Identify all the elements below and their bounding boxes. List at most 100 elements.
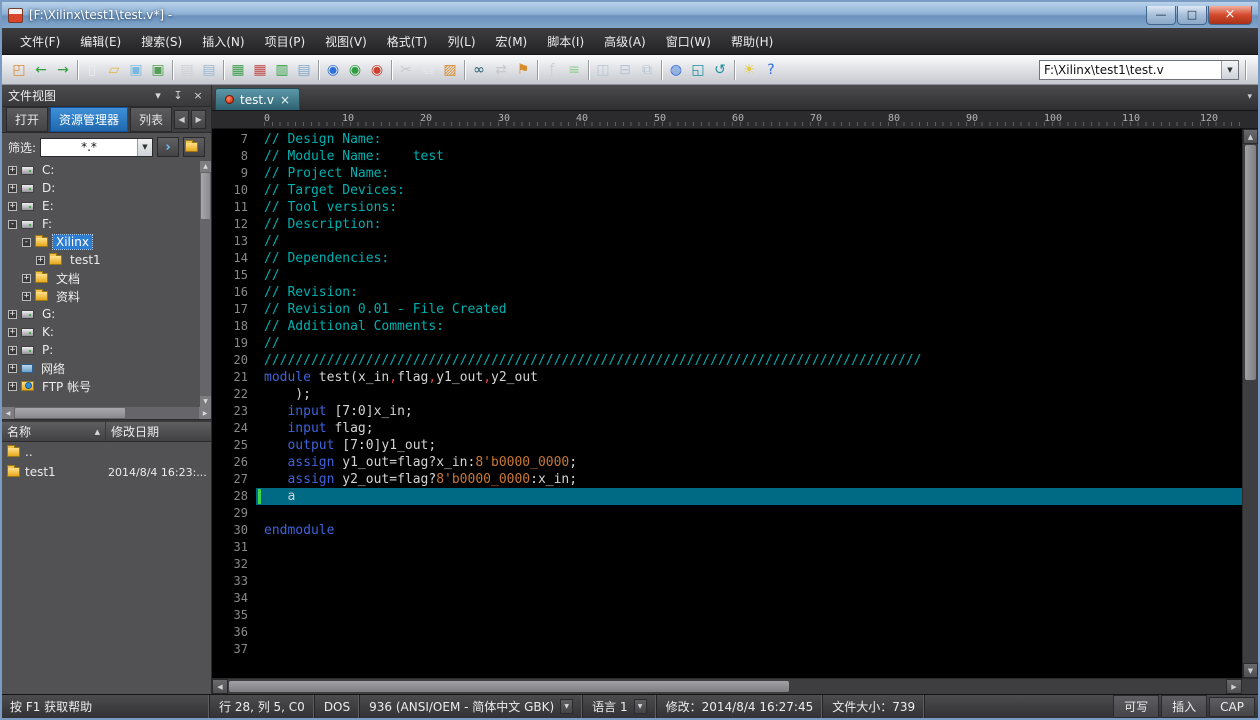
menu-item[interactable]: 搜索(S) xyxy=(131,29,192,54)
globe-red-icon[interactable]: ◉ xyxy=(366,59,388,81)
new-file-icon[interactable]: ▯ xyxy=(81,59,103,81)
columns-icon[interactable]: ▥ xyxy=(271,59,293,81)
forward-icon[interactable]: → xyxy=(52,59,74,81)
scroll-down-icon[interactable]: ▼ xyxy=(1243,663,1258,678)
file-tree[interactable]: +C:+D:+E:-F:-Xilinx+test1+文档+资料+G:+K:+P:… xyxy=(2,161,200,407)
tile-vertical-icon[interactable]: ⊟ xyxy=(614,59,636,81)
tree-item[interactable]: +网络 xyxy=(2,359,200,377)
outline-icon[interactable]: ≡ xyxy=(563,59,585,81)
copy-icon[interactable]: ⧉ xyxy=(417,59,439,81)
browse-folder-button[interactable] xyxy=(183,137,205,157)
column-header-date[interactable]: 修改日期 xyxy=(106,423,211,440)
print-preview-icon[interactable]: ▤ xyxy=(198,59,220,81)
column-header-name[interactable]: 名称 ▲ xyxy=(2,422,106,441)
save-all-icon[interactable]: ▣ xyxy=(147,59,169,81)
tree-toggle-icon[interactable]: + xyxy=(22,274,31,283)
back-icon[interactable]: ← xyxy=(30,59,52,81)
tree-item[interactable]: -Xilinx xyxy=(2,233,200,251)
globe-green-icon[interactable]: ◉ xyxy=(344,59,366,81)
minimize-button[interactable]: — xyxy=(1146,6,1176,25)
menu-item[interactable]: 项目(P) xyxy=(255,29,316,54)
scroll-up-icon[interactable]: ▲ xyxy=(200,161,211,172)
editor-vertical-scrollbar[interactable]: ▲ ▼ xyxy=(1242,129,1258,678)
scroll-left-icon[interactable]: ◀ xyxy=(212,679,228,694)
function-list-icon[interactable]: ƒ xyxy=(541,59,563,81)
scrollbar-thumb[interactable] xyxy=(201,173,210,219)
save-icon[interactable]: ▣ xyxy=(125,59,147,81)
maximize-button[interactable]: □ xyxy=(1177,6,1207,25)
capture-icon[interactable]: ◱ xyxy=(687,59,709,81)
filter-combo[interactable]: *.* ▼ xyxy=(40,138,153,157)
tree-toggle-icon[interactable]: + xyxy=(22,292,31,301)
tree-toggle-icon[interactable]: + xyxy=(36,256,45,265)
table-icon[interactable]: ▦ xyxy=(227,59,249,81)
refresh-icon[interactable]: ↺ xyxy=(709,59,731,81)
tree-vertical-scrollbar[interactable]: ▲ ▼ xyxy=(200,161,211,407)
tree-toggle-icon[interactable]: + xyxy=(8,184,17,193)
status-button-插入[interactable]: 插入 xyxy=(1161,695,1207,718)
menu-item[interactable]: 高级(A) xyxy=(594,29,656,54)
title-bar[interactable]: [F:\Xilinx\test1\test.v*] - — □ × xyxy=(2,2,1258,28)
menu-item[interactable]: 脚本(I) xyxy=(537,29,594,54)
cut-icon[interactable]: ✂ xyxy=(395,59,417,81)
status-button-可写[interactable]: 可写 xyxy=(1113,695,1159,718)
tree-toggle-icon[interactable]: + xyxy=(8,202,17,211)
tree-item[interactable]: +FTP 帐号 xyxy=(2,377,200,395)
tabs-scroll-right-icon[interactable]: ▶ xyxy=(191,110,206,129)
code-area[interactable]: 7// Design Name: 8// Module Name: test 9… xyxy=(212,129,1242,678)
tree-item[interactable]: +G: xyxy=(2,305,200,323)
tree-horizontal-scrollbar[interactable]: ◀ ▶ xyxy=(2,407,211,419)
sidebar-tab-列表[interactable]: 列表 xyxy=(130,107,172,132)
scroll-right-icon[interactable]: ▶ xyxy=(1226,679,1242,694)
tree-item[interactable]: +E: xyxy=(2,197,200,215)
editor-tab-testv[interactable]: test.v × xyxy=(215,88,300,110)
help-icon[interactable]: ? xyxy=(760,59,782,81)
bookmark-icon[interactable]: ⚑ xyxy=(512,59,534,81)
menu-item[interactable]: 文件(F) xyxy=(10,29,70,54)
grid-icon[interactable]: ▦ xyxy=(249,59,271,81)
tree-item[interactable]: -F: xyxy=(2,215,200,233)
tree-toggle-icon[interactable]: + xyxy=(8,346,17,355)
scrollbar-thumb[interactable] xyxy=(1245,145,1256,380)
tree-toggle-icon[interactable]: - xyxy=(8,220,17,229)
list-item[interactable]: .. xyxy=(2,442,211,462)
print-icon[interactable]: ▤ xyxy=(176,59,198,81)
panel-close-icon[interactable]: × xyxy=(191,89,205,102)
file-list[interactable]: ..test12014/8/4 16:23:... xyxy=(2,442,211,694)
globe-blue-icon[interactable]: ◉ xyxy=(322,59,344,81)
combo-dropdown-icon[interactable]: ▼ xyxy=(1221,61,1238,79)
tabs-scroll-left-icon[interactable]: ◀ xyxy=(174,110,189,129)
menu-item[interactable]: 列(L) xyxy=(437,29,485,54)
open-file-icon[interactable]: ◰ xyxy=(8,59,30,81)
scroll-left-icon[interactable]: ◀ xyxy=(2,407,14,419)
tree-toggle-icon[interactable]: + xyxy=(8,364,17,373)
tree-toggle-icon[interactable]: + xyxy=(8,328,17,337)
cascade-icon[interactable]: ⧉ xyxy=(636,59,658,81)
tree-item[interactable]: +test1 xyxy=(2,251,200,269)
tree-item[interactable]: +P: xyxy=(2,341,200,359)
tree-item[interactable]: +K: xyxy=(2,323,200,341)
scrollbar-thumb[interactable] xyxy=(15,408,125,418)
panel-menu-icon[interactable]: ▾ xyxy=(151,89,165,102)
notes-icon[interactable]: ▤ xyxy=(293,59,315,81)
editor-horizontal-scrollbar[interactable]: ◀ ▶ xyxy=(212,678,1258,694)
scroll-right-icon[interactable]: ▶ xyxy=(199,407,211,419)
paste-icon[interactable]: ▨ xyxy=(439,59,461,81)
browser-icon[interactable]: ◍ xyxy=(665,59,687,81)
tree-item[interactable]: +资料 xyxy=(2,287,200,305)
file-path-combo[interactable]: F:\Xilinx\test1\test.v ▼ xyxy=(1039,60,1239,80)
tip-icon[interactable]: ☀ xyxy=(738,59,760,81)
sidebar-tab-资源管理器[interactable]: 资源管理器 xyxy=(50,107,128,132)
scroll-down-icon[interactable]: ▼ xyxy=(200,396,211,407)
menu-item[interactable]: 视图(V) xyxy=(315,29,377,54)
tree-toggle-icon[interactable]: + xyxy=(8,382,17,391)
close-button[interactable]: × xyxy=(1208,6,1252,25)
menu-item[interactable]: 帮助(H) xyxy=(721,29,783,54)
filter-dropdown-icon[interactable]: ▼ xyxy=(137,139,152,156)
replace-icon[interactable]: ⇄ xyxy=(490,59,512,81)
sidebar-tab-打开[interactable]: 打开 xyxy=(6,107,48,132)
list-item[interactable]: test12014/8/4 16:23:... xyxy=(2,462,211,482)
open-folder-icon[interactable]: ▱ xyxy=(103,59,125,81)
menu-item[interactable]: 窗口(W) xyxy=(656,29,721,54)
menu-item[interactable]: 宏(M) xyxy=(486,29,538,54)
